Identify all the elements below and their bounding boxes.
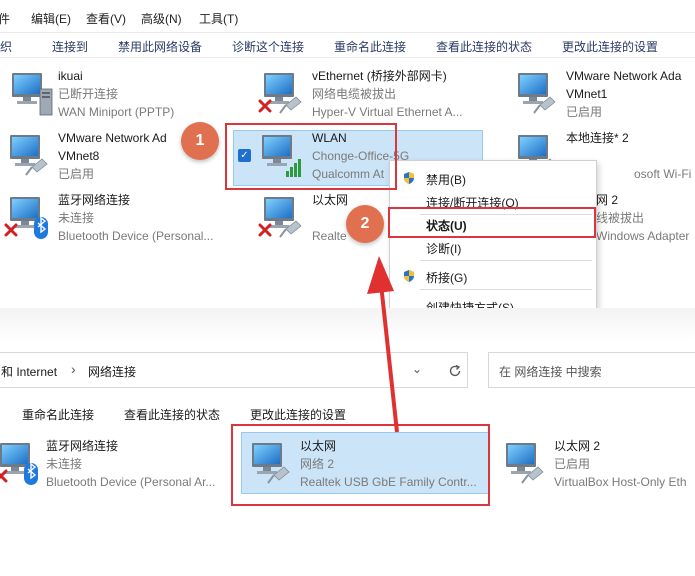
step-badge-1: 1 (181, 122, 219, 160)
annotation-arrow-icon (367, 256, 399, 433)
step-badge-2: 2 (346, 205, 384, 243)
